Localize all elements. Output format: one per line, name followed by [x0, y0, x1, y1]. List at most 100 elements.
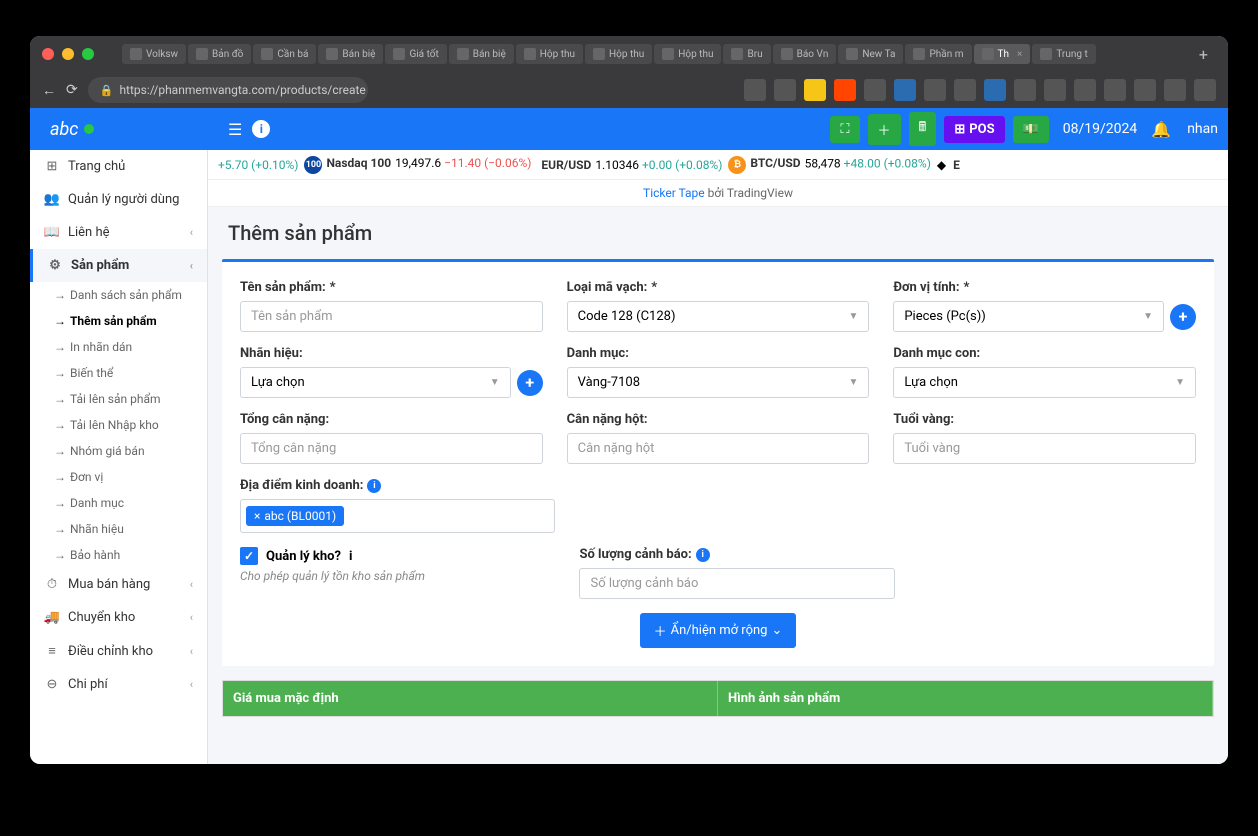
arrow-icon: →	[54, 392, 66, 406]
cash-button[interactable]: 💵	[1013, 116, 1049, 143]
sidebar-subitem[interactable]: → Biến thể	[30, 360, 207, 386]
browser-tab[interactable]: Hộp thu	[654, 44, 721, 64]
browser-tab[interactable]: Bru	[723, 44, 770, 64]
ext-icon[interactable]	[1104, 79, 1126, 101]
ticker-item[interactable]: EUR/USD1.10346 +0.00 (+0.08%)	[537, 158, 722, 172]
can-hot-input[interactable]	[567, 433, 870, 464]
browser-tab[interactable]: Bán biệ	[318, 44, 383, 64]
sidebar-item[interactable]: ⊞Trang chủ	[30, 150, 207, 183]
sidebar-item[interactable]: 👥Quản lý người dùng	[30, 183, 207, 216]
sidebar-item[interactable]: ⊖Chi phí‹	[30, 668, 207, 701]
ticker-link[interactable]: Ticker Tape	[643, 186, 705, 200]
info-icon[interactable]: i	[367, 479, 381, 493]
close-icon[interactable]: ×	[1017, 49, 1022, 60]
sidebar-item[interactable]: 📖Liên hệ‹	[30, 216, 207, 249]
sidebar-subitem[interactable]: → Nhóm giá bán	[30, 438, 207, 464]
sl-canh-bao-input[interactable]	[579, 568, 894, 599]
close-window[interactable]	[42, 48, 54, 60]
info-icon[interactable]: i	[252, 120, 270, 138]
tong-can-input[interactable]	[240, 433, 543, 464]
location-tag[interactable]: × abc (BL0001)	[246, 506, 344, 526]
ticker-item[interactable]: +5.70 (+0.10%)	[218, 158, 298, 172]
quan-ly-kho-checkbox[interactable]: ✓ Quản lý kho? i	[240, 547, 555, 565]
sidebar-subitem[interactable]: → Danh mục	[30, 490, 207, 516]
ext-icon[interactable]	[894, 79, 916, 101]
nhan-hieu-select[interactable]: Lựa chọn▼	[240, 367, 511, 398]
header-user[interactable]: nhan	[1187, 121, 1218, 137]
ticker-item[interactable]: 100Nasdaq 10019,497.6 −11.40 (−0.06%)	[304, 156, 531, 174]
loai-ma-select[interactable]: Code 128 (C128)▼	[567, 301, 870, 332]
sidebar-subitem[interactable]: → Tải lên Nhập kho	[30, 412, 207, 438]
ticker-item[interactable]: ◆ E	[937, 158, 964, 172]
sidebar-subitem[interactable]: → Đơn vị	[30, 464, 207, 490]
info-icon[interactable]: i	[349, 549, 352, 564]
menu-toggle-icon[interactable]: ☰	[228, 120, 242, 139]
browser-tab[interactable]: Hộp thu	[516, 44, 583, 64]
expand-toggle-button[interactable]: ＋ Ẩn/hiện mở rộng ⌄	[640, 613, 797, 648]
sidebar-subitem[interactable]: → Danh sách sản phẩm	[30, 282, 207, 308]
tuoi-vang-input[interactable]	[893, 433, 1196, 464]
sidebar-item[interactable]: ⚙Sản phẩm‹	[30, 249, 207, 282]
browser-urlbar: ← ⟳ 🔒 https://phanmemvangta.com/products…	[30, 72, 1228, 108]
add-button[interactable]: ＋	[868, 114, 901, 145]
sidebar-subitem[interactable]: → In nhãn dán	[30, 334, 207, 360]
ext-icon[interactable]	[1134, 79, 1156, 101]
ext-icon[interactable]	[774, 79, 796, 101]
back-button[interactable]: ←	[42, 82, 56, 99]
arrow-icon: →	[54, 444, 66, 458]
ext-icon[interactable]	[1014, 79, 1036, 101]
danh-muc-con-select[interactable]: Lựa chọn▼	[893, 367, 1196, 398]
sidebar-item[interactable]: ≡Điều chỉnh kho‹	[30, 634, 207, 668]
dia-diem-tagbox[interactable]: × abc (BL0001)	[240, 499, 555, 533]
main-content: +5.70 (+0.10%) 100Nasdaq 10019,497.6 −11…	[208, 150, 1228, 764]
remove-icon[interactable]: ×	[254, 509, 260, 523]
bell-icon[interactable]: 🔔	[1151, 120, 1171, 139]
minimize-window[interactable]	[62, 48, 74, 60]
app-logo[interactable]: abc	[30, 108, 208, 150]
sidebar-item[interactable]: 🚚Chuyển kho‹	[30, 601, 207, 634]
sidebar-subitem[interactable]: → Nhãn hiệu	[30, 516, 207, 542]
ext-icon[interactable]	[864, 79, 886, 101]
ext-icon[interactable]	[984, 79, 1006, 101]
new-tab-button[interactable]: +	[1191, 41, 1216, 68]
sidebar-item[interactable]: ⏱Mua bán hàng‹	[30, 568, 207, 601]
ext-icon[interactable]	[744, 79, 766, 101]
ext-icon[interactable]	[1074, 79, 1096, 101]
ext-icon[interactable]	[1194, 79, 1216, 101]
ext-icon[interactable]	[1044, 79, 1066, 101]
browser-tab[interactable]: Trung t	[1032, 44, 1095, 64]
ticker-item[interactable]: ₿BTC/USD58,478 +48.00 (+0.08%)	[728, 156, 930, 174]
sidebar-subitem[interactable]: → Thêm sản phẩm	[30, 308, 207, 334]
danh-muc-select[interactable]: Vàng-7108▼	[567, 367, 870, 398]
browser-tab[interactable]: Bán biệ	[449, 44, 514, 64]
browser-tab[interactable]: Phần m	[905, 44, 971, 64]
reload-button[interactable]: ⟳	[66, 82, 78, 98]
browser-tab[interactable]: Giá tốt	[385, 44, 446, 64]
ext-icon[interactable]	[1164, 79, 1186, 101]
browser-tab[interactable]: New Ta	[838, 44, 903, 64]
add-brand-button[interactable]: +	[517, 370, 543, 396]
arrow-icon: →	[54, 366, 66, 380]
ext-icon[interactable]	[834, 79, 856, 101]
ten-sp-input[interactable]	[240, 301, 543, 332]
pos-button[interactable]: ⊞ POS	[944, 116, 1004, 143]
don-vi-select[interactable]: Pieces (Pc(s))▼	[893, 301, 1164, 332]
browser-tab[interactable]: Báo Vn	[773, 44, 837, 64]
browser-tab[interactable]: Volksw	[122, 44, 186, 64]
fullscreen-button[interactable]: ⛶	[830, 116, 859, 143]
ext-icon[interactable]	[804, 79, 826, 101]
address-bar[interactable]: 🔒 https://phanmemvangta.com/products/cre…	[88, 77, 368, 103]
calculator-button[interactable]: 🖩	[909, 112, 937, 146]
browser-tab[interactable]: Bản đồ	[188, 44, 251, 64]
browser-tab[interactable]: Th×	[974, 44, 1031, 64]
ext-icon[interactable]	[954, 79, 976, 101]
add-unit-button[interactable]: +	[1170, 304, 1196, 330]
sidebar-subitem[interactable]: → Tải lên sản phẩm	[30, 386, 207, 412]
browser-tab[interactable]: Cần bá	[253, 44, 316, 64]
ext-icon[interactable]	[924, 79, 946, 101]
maximize-window[interactable]	[82, 48, 94, 60]
browser-tab[interactable]: Hộp thu	[585, 44, 652, 64]
sidebar-subitem[interactable]: → Bảo hành	[30, 542, 207, 568]
label-danh-muc-con: Danh mục con:	[893, 346, 1196, 361]
info-icon[interactable]: i	[696, 548, 710, 562]
